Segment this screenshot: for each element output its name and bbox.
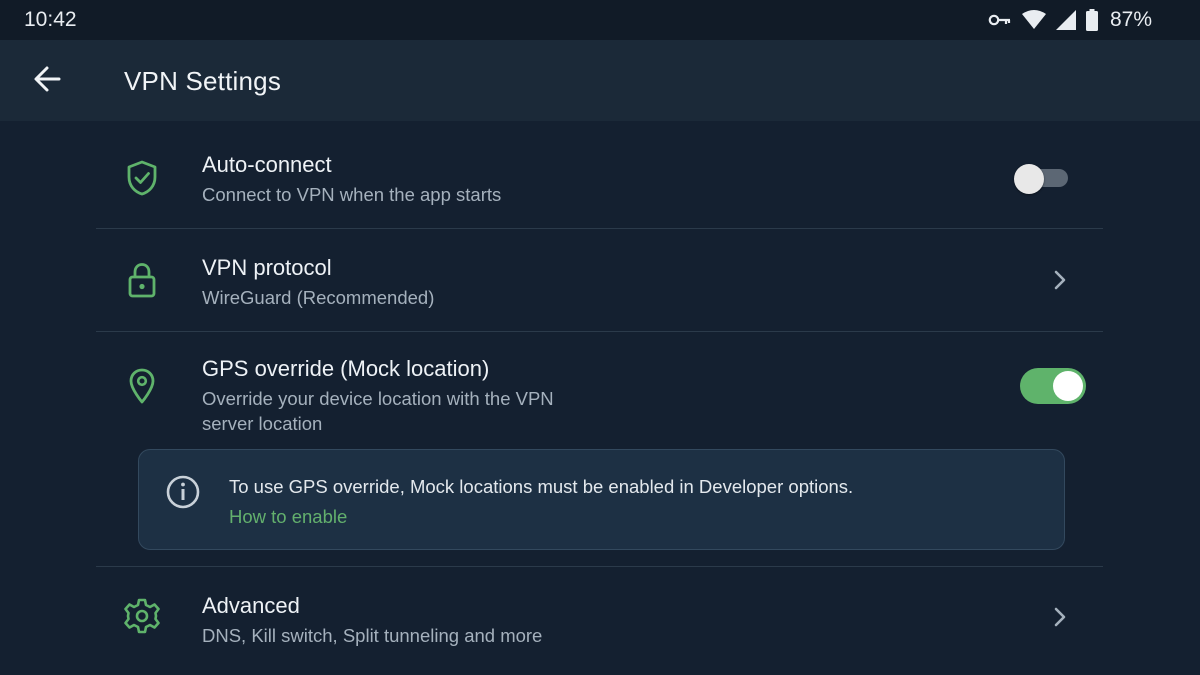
page-title: VPN Settings: [124, 66, 282, 96]
vpn-key-icon: [988, 12, 1012, 28]
cellular-signal-icon: [1055, 10, 1076, 30]
info-notice-card: To use GPS override, Mock locations must…: [138, 449, 1065, 550]
toggle-thumb: [1053, 371, 1083, 401]
auto-connect-toggle[interactable]: [1014, 164, 1070, 194]
advanced-subtitle: DNS, Kill switch, Split tunneling and mo…: [202, 625, 543, 646]
auto-connect-subtitle: Connect to VPN when the app starts: [202, 184, 502, 205]
info-notice-text: To use GPS override, Mock locations must…: [229, 476, 854, 497]
vpn-protocol-subtitle: WireGuard (Recommended): [202, 287, 435, 308]
wifi-icon: [1021, 10, 1046, 30]
gps-override-subtitle-line2: server location: [202, 413, 323, 434]
app-bar: VPN Settings: [0, 40, 1200, 121]
gps-override-subtitle: Override your device location with the V…: [202, 386, 554, 436]
gps-override-toggle[interactable]: [1020, 368, 1086, 404]
gps-override-row[interactable]: GPS override (Mock location) Override yo…: [96, 332, 1103, 442]
auto-connect-row[interactable]: Auto-connect Connect to VPN when the app…: [96, 122, 1103, 228]
shield-check-icon: [122, 158, 162, 198]
battery-icon: [1085, 9, 1098, 31]
arrow-back-icon: [33, 65, 61, 98]
advanced-row[interactable]: Advanced DNS, Kill switch, Split tunneli…: [96, 567, 1103, 667]
chevron-right-icon: [1048, 605, 1072, 629]
toggle-thumb: [1014, 164, 1044, 194]
advanced-title: Advanced: [202, 593, 300, 618]
status-icons: 87%: [988, 8, 1152, 32]
gear-icon: [122, 596, 162, 636]
lock-icon: [122, 260, 162, 300]
back-button[interactable]: [28, 62, 66, 100]
how-to-enable-link[interactable]: How to enable: [229, 506, 347, 528]
gps-override-title: GPS override (Mock location): [202, 356, 490, 381]
status-time: 10:42: [24, 8, 77, 31]
info-icon: [165, 474, 201, 510]
location-pin-icon: [122, 366, 162, 406]
vpn-protocol-row[interactable]: VPN protocol WireGuard (Recommended): [96, 229, 1103, 331]
gps-override-subtitle-line1: Override your device location with the V…: [202, 388, 554, 409]
status-bar: 10:42 87%: [0, 0, 1200, 40]
auto-connect-title: Auto-connect: [202, 152, 332, 177]
vpn-protocol-title: VPN protocol: [202, 255, 332, 280]
chevron-right-icon: [1048, 268, 1072, 292]
battery-percent: 87%: [1109, 8, 1152, 31]
